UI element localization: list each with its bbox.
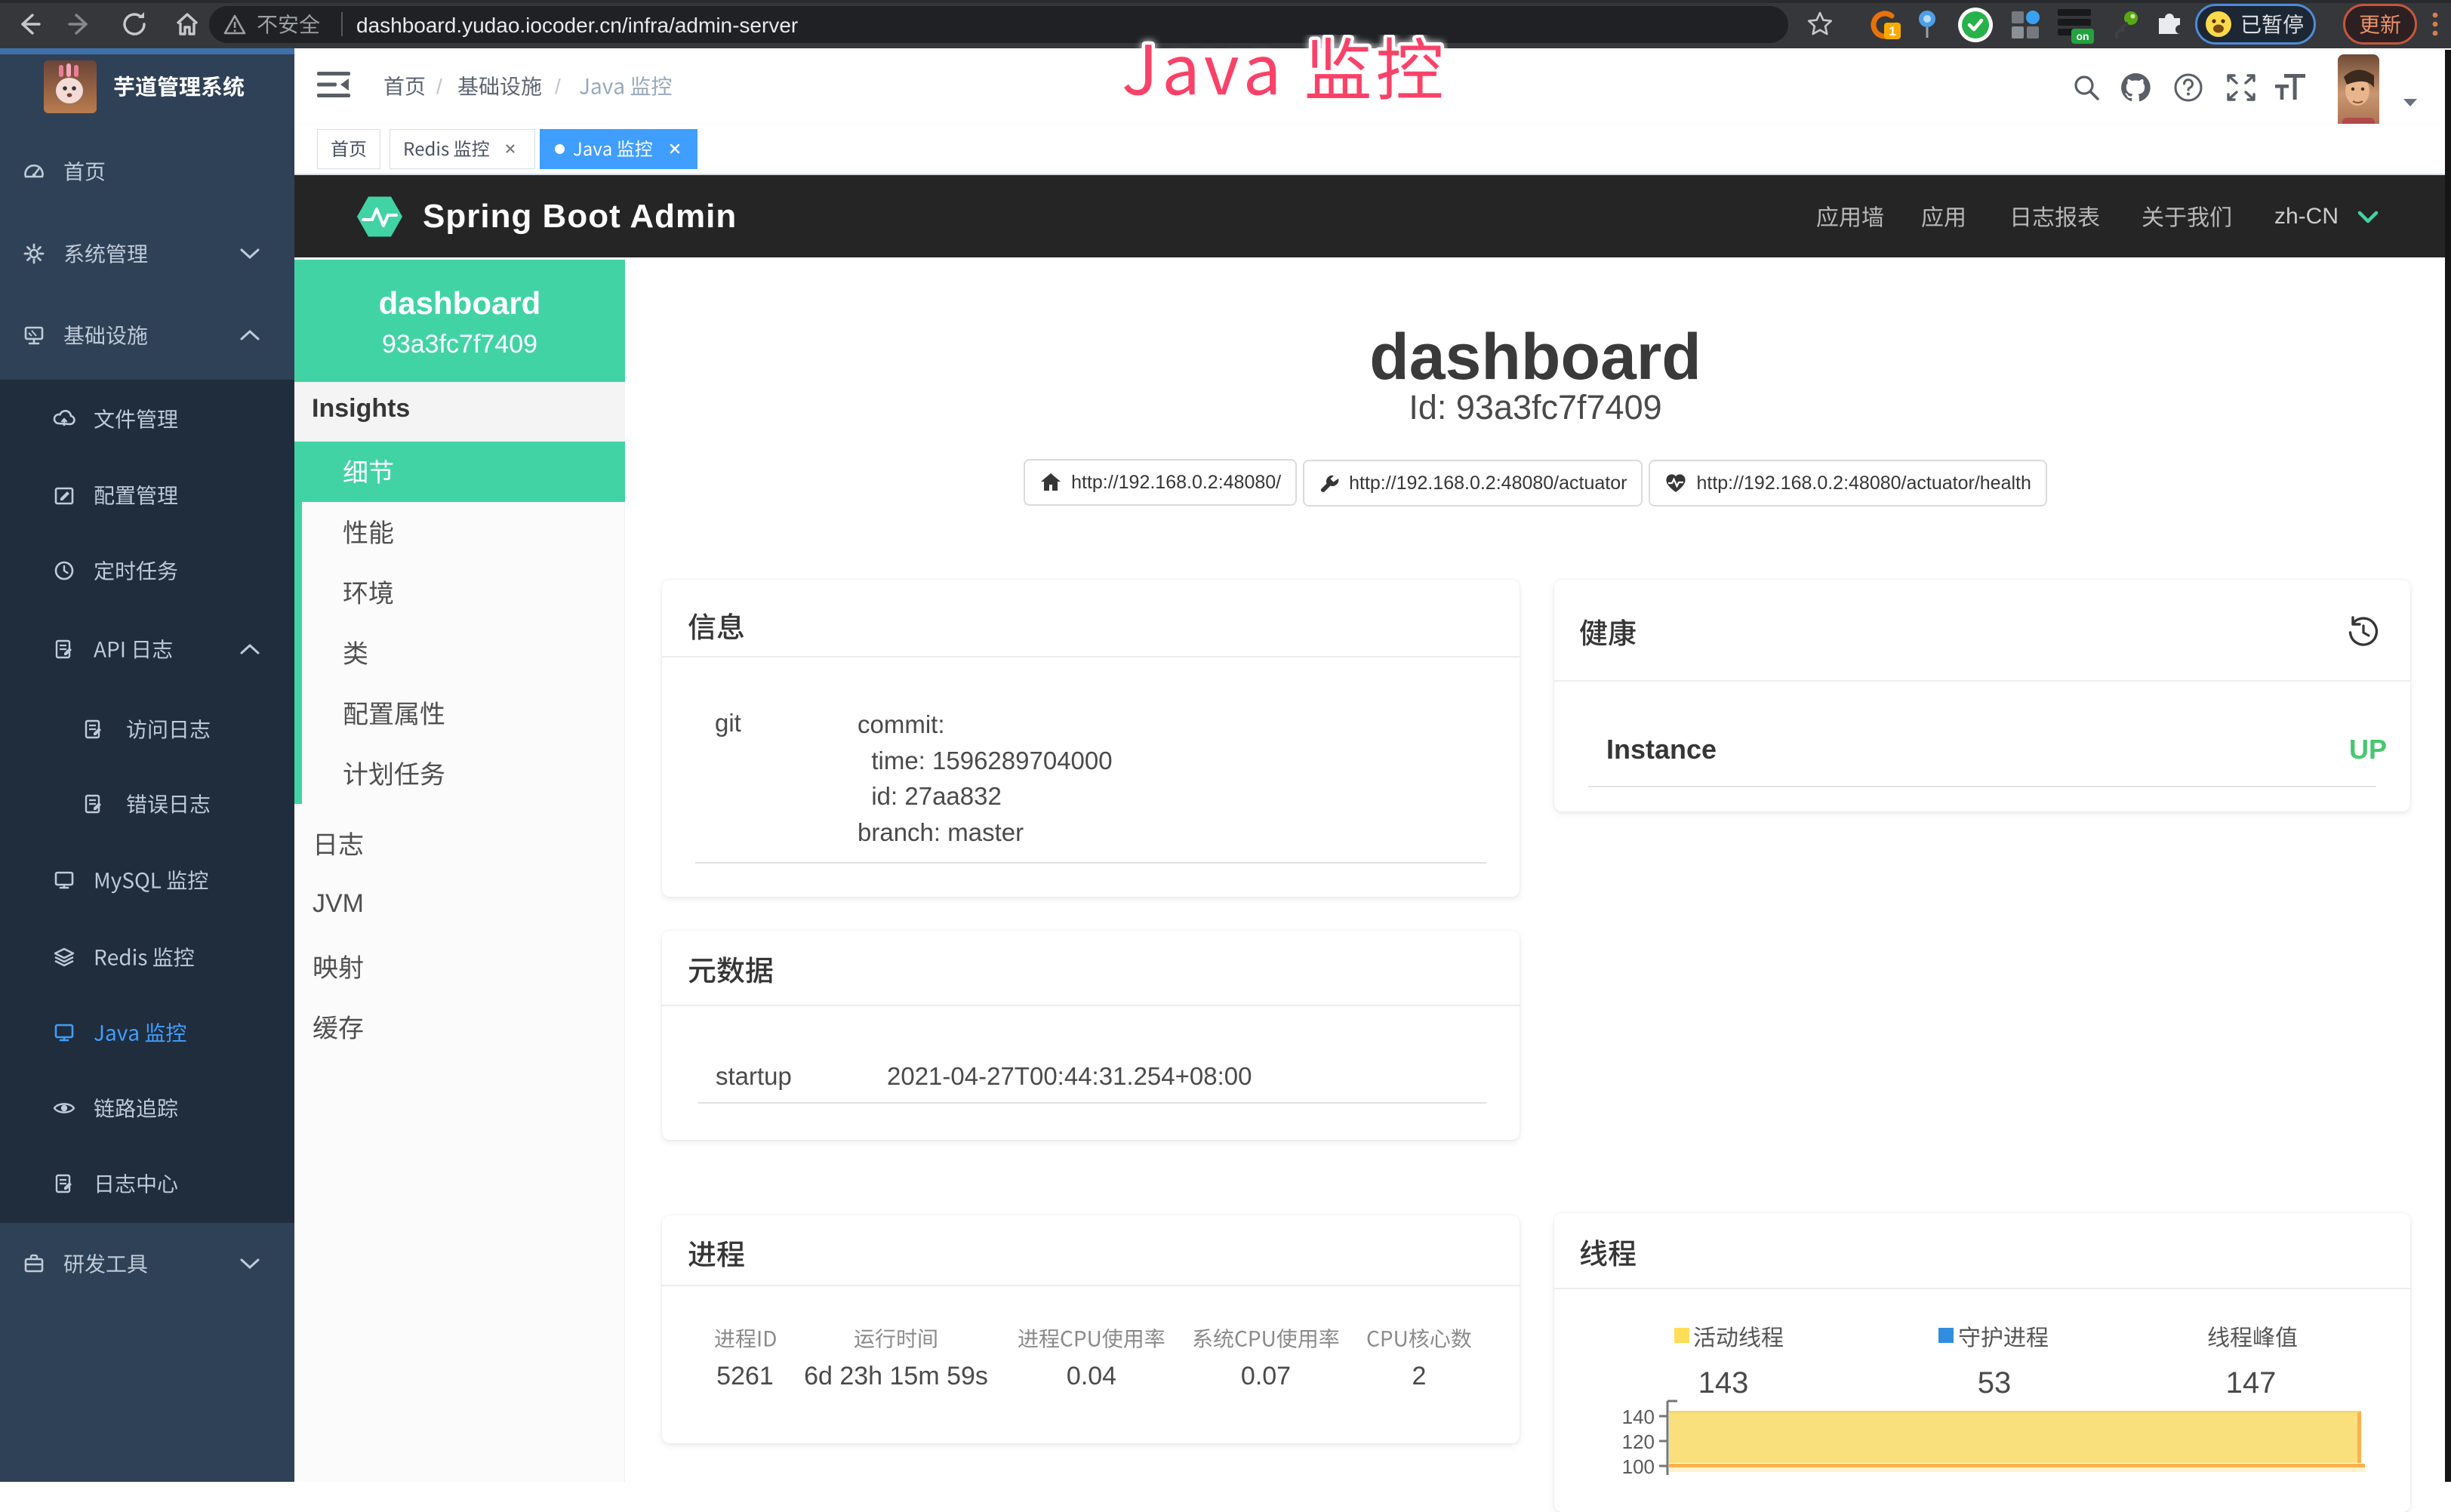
svg-text:1: 1 [1889, 24, 1895, 38]
svg-text:on: on [2076, 30, 2089, 42]
